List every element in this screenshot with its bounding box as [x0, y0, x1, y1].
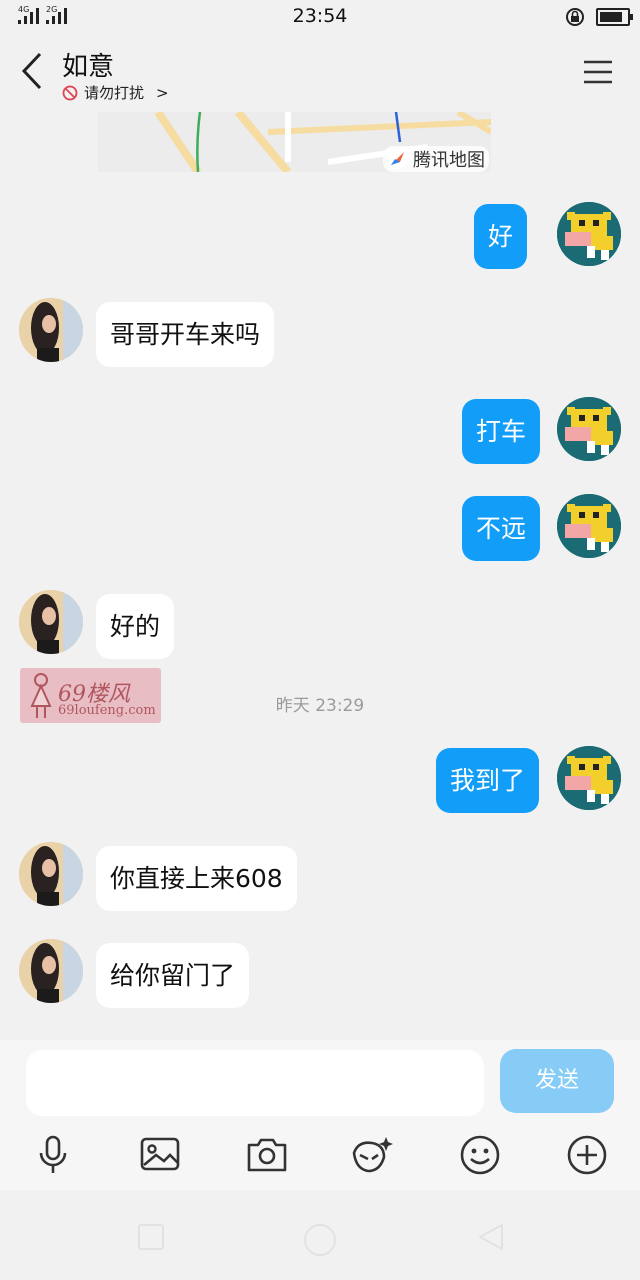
message-bubble-incoming[interactable]: 给你留门了	[96, 943, 250, 1008]
message-bubble-incoming[interactable]: 好的	[96, 594, 175, 659]
message-bubble-outgoing[interactable]: 我到了	[436, 748, 540, 813]
contact-avatar[interactable]	[19, 939, 83, 1003]
map-brand-label: 腾讯地图	[413, 150, 485, 171]
my-avatar[interactable]	[557, 494, 621, 558]
image-icon[interactable]	[138, 1133, 182, 1177]
camera-icon[interactable]	[245, 1133, 289, 1177]
cow-avatar-icon	[557, 397, 621, 461]
back-arrow-icon[interactable]	[16, 48, 52, 94]
message-bubble-outgoing[interactable]: 好	[474, 204, 528, 269]
contact-photo	[19, 939, 83, 1003]
magic-sticker-icon[interactable]	[350, 1133, 394, 1177]
do-not-disturb-status[interactable]: 请勿打扰 >	[62, 82, 169, 103]
composer-toolbar	[0, 1133, 640, 1177]
home-icon[interactable]	[302, 1222, 338, 1258]
cow-avatar-icon	[557, 202, 621, 266]
status-bar: 4G 2G 23:54	[0, 0, 640, 34]
my-avatar[interactable]	[557, 202, 621, 266]
contact-photo	[19, 590, 83, 654]
menu-icon[interactable]	[582, 58, 614, 86]
composer: 发送	[0, 1040, 640, 1190]
message-bubble-outgoing[interactable]: 打车	[462, 399, 541, 464]
contact-avatar[interactable]	[19, 590, 83, 654]
chat-title: 如意	[62, 52, 115, 82]
contact-photo	[19, 298, 83, 362]
tencent-map-logo-icon	[388, 149, 408, 169]
microphone-icon[interactable]	[31, 1133, 75, 1177]
contact-avatar[interactable]	[19, 842, 83, 906]
map-brand: 腾讯地图	[383, 146, 489, 172]
cow-avatar-icon	[557, 746, 621, 810]
message-bubble-outgoing[interactable]: 不远	[462, 496, 541, 561]
do-not-disturb-label: 请勿打扰	[84, 84, 145, 102]
emoji-icon[interactable]	[458, 1133, 502, 1177]
location-map-preview[interactable]: 腾讯地图	[98, 112, 491, 172]
battery-icon	[596, 8, 633, 26]
message-input[interactable]	[26, 1050, 484, 1116]
plus-icon[interactable]	[565, 1133, 609, 1177]
chat-header: 如意 请勿打扰 >	[0, 34, 640, 112]
back-nav-icon[interactable]	[476, 1222, 506, 1252]
my-avatar[interactable]	[557, 746, 621, 810]
cow-avatar-icon	[557, 494, 621, 558]
contact-photo	[19, 842, 83, 906]
no-disturb-icon	[62, 85, 78, 100]
contact-avatar[interactable]	[19, 298, 83, 362]
message-bubble-incoming[interactable]: 你直接上来608	[96, 846, 297, 911]
message-bubble-incoming[interactable]: 哥哥开车来吗	[96, 302, 275, 367]
chevron-right-icon: >	[156, 83, 169, 102]
rotation-lock-icon	[566, 8, 584, 26]
send-button[interactable]: 发送	[500, 1049, 614, 1113]
my-avatar[interactable]	[557, 397, 621, 461]
recent-apps-icon[interactable]	[136, 1222, 166, 1252]
status-time: 23:54	[292, 5, 348, 27]
system-navigation-bar	[0, 1190, 640, 1280]
message-timestamp: 昨天 23:29	[275, 696, 365, 716]
